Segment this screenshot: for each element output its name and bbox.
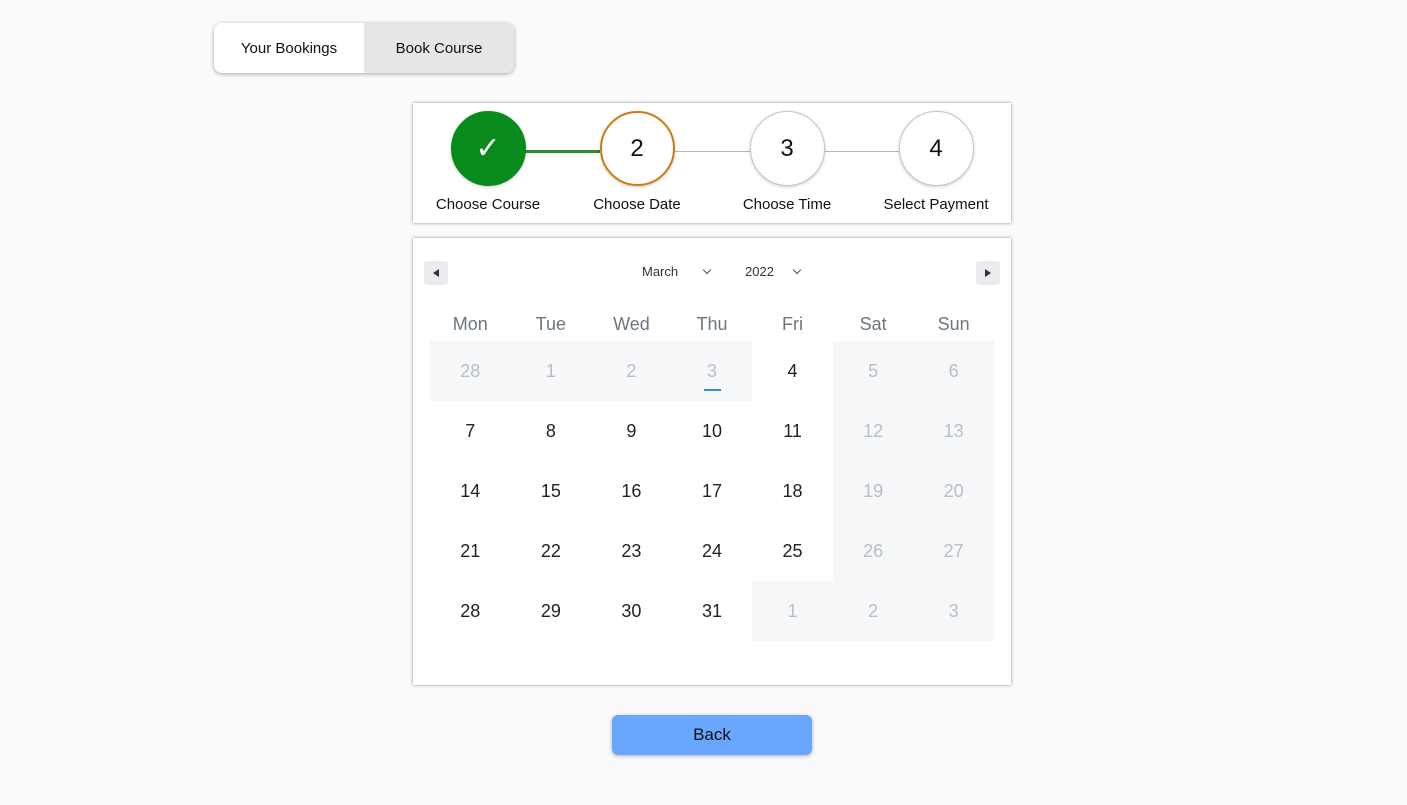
calendar-day-disabled: 26 [832, 521, 914, 581]
back-button[interactable]: Back [612, 715, 812, 755]
booking-tabs: Your Bookings Book Course [214, 23, 514, 73]
calendar-week: 14 15 16 17 18 19 20 [430, 461, 994, 521]
calendar-day-disabled: 3 [671, 341, 753, 401]
step-label: Choose Date [593, 196, 681, 213]
calendar-day-disabled: 19 [832, 461, 914, 521]
calendar-day[interactable]: 4 [752, 341, 833, 401]
calendar-day[interactable]: 23 [591, 521, 672, 581]
weekday-header: Mon Tue Wed Thu Fri Sat Sun [430, 308, 994, 341]
date-calendar: March 2022 Mon Tue Wed Thu Fri Sat Sun 28 1 2 3 4 5… [413, 238, 1011, 685]
calendar-week: 28 1 2 3 4 5 6 [430, 341, 994, 401]
chevron-down-icon [792, 265, 802, 274]
weekday-label: Sun [937, 314, 970, 334]
calendar-day-disabled: 27 [913, 521, 994, 581]
tab-your-bookings[interactable]: Your Bookings [214, 23, 364, 73]
calendar-day[interactable]: 25 [752, 521, 833, 581]
weekday-label: Sat [859, 314, 887, 334]
chevron-down-icon [702, 265, 712, 274]
calendar-day[interactable]: 22 [511, 521, 592, 581]
calendar-weeks: 28 1 2 3 4 5 6 7 8 9 10 11 12 13 14 15 16 17 18 19 20 21 22 23 2… [430, 341, 994, 641]
calendar-week: 7 8 9 10 11 12 13 [430, 401, 994, 461]
calendar-day-disabled: 2 [591, 341, 672, 401]
calendar-day[interactable]: 29 [511, 581, 592, 641]
step-choose-date[interactable]: 2 Choose Date [562, 111, 712, 213]
calendar-week: 21 22 23 24 25 26 27 [430, 521, 994, 581]
month-value: March [642, 264, 679, 279]
caret-left-icon [433, 269, 439, 277]
step-number: 2 [599, 111, 675, 186]
calendar-day-disabled: 6 [913, 341, 994, 401]
calendar-day-disabled: 1 [510, 341, 592, 401]
step-label: Choose Time [742, 196, 832, 213]
calendar-day-disabled: 13 [913, 401, 994, 461]
caret-right-icon [985, 269, 991, 277]
checkmark-icon: ✓ [450, 111, 526, 186]
step-label: Select Payment [883, 196, 989, 213]
step-number: 4 [898, 111, 974, 186]
calendar-day[interactable]: 28 [430, 581, 511, 641]
calendar-grid: Mon Tue Wed Thu Fri Sat Sun 28 1 2 3 4 5 6 7 8 9 10 11 12 1… [430, 308, 994, 641]
calendar-day[interactable]: 18 [752, 461, 833, 521]
weekday-label: Mon [452, 314, 488, 334]
calendar-week: 28 29 30 31 1 2 3 [430, 581, 994, 641]
calendar-day[interactable]: 14 [430, 461, 511, 521]
calendar-day-disabled: 2 [832, 581, 914, 641]
calendar-day[interactable]: 11 [752, 401, 833, 461]
calendar-day[interactable]: 15 [511, 461, 592, 521]
step-choose-time: 3 Choose Time [712, 111, 862, 213]
calendar-day[interactable]: 16 [591, 461, 672, 521]
year-select[interactable]: 2022 [745, 264, 802, 279]
calendar-day[interactable]: 8 [511, 401, 592, 461]
calendar-day-disabled: 20 [913, 461, 994, 521]
step-choose-course[interactable]: ✓ Choose Course [413, 111, 563, 213]
month-select[interactable]: March [642, 264, 712, 279]
calendar-day[interactable]: 7 [430, 401, 511, 461]
calendar-day-disabled: 3 [913, 581, 994, 641]
prev-month-button[interactable] [424, 261, 448, 285]
calendar-day-disabled: 12 [832, 401, 914, 461]
weekday-label: Thu [696, 314, 728, 334]
calendar-day-disabled: 1 [752, 581, 833, 641]
calendar-day-disabled: 5 [832, 341, 914, 401]
step-label: Choose Course [435, 196, 541, 213]
calendar-day[interactable]: 10 [672, 401, 753, 461]
tab-book-course[interactable]: Book Course [364, 23, 514, 73]
next-month-button[interactable] [976, 261, 1000, 285]
booking-stepper: ✓ Choose Course 2 Choose Date 3 Choose T… [413, 103, 1011, 223]
calendar-day[interactable]: 9 [591, 401, 672, 461]
calendar-day-disabled: 28 [430, 341, 511, 401]
step-select-payment: 4 Select Payment [861, 111, 1011, 213]
calendar-day[interactable]: 24 [672, 521, 753, 581]
year-value: 2022 [745, 264, 774, 279]
weekday-label: Tue [535, 314, 567, 334]
calendar-day[interactable]: 17 [672, 461, 753, 521]
step-number: 3 [749, 111, 825, 186]
weekday-label: Fri [782, 314, 804, 334]
calendar-day[interactable]: 31 [672, 581, 753, 641]
weekday-label: Wed [613, 314, 650, 334]
calendar-day[interactable]: 21 [430, 521, 511, 581]
calendar-day[interactable]: 30 [591, 581, 672, 641]
